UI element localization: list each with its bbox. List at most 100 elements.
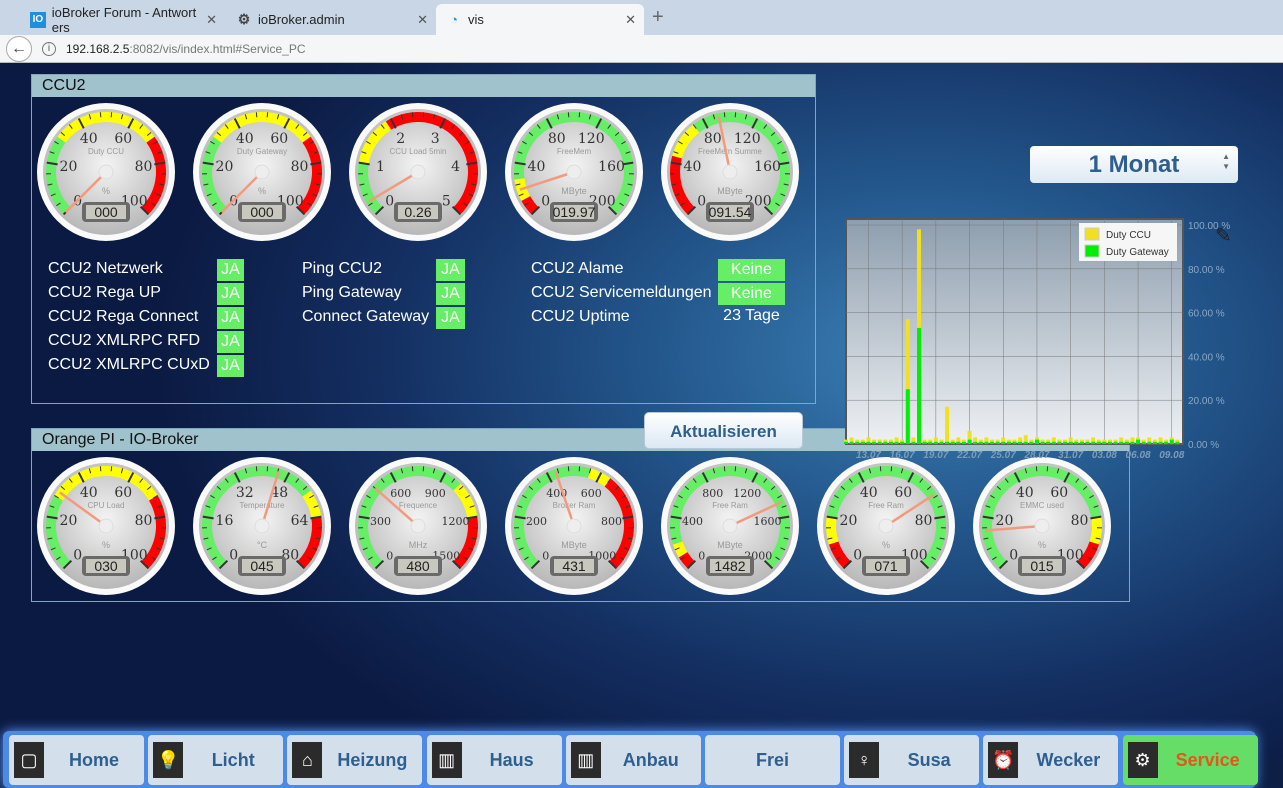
x-tick-label: 03.08 [1092, 450, 1117, 461]
gauge-unit: MHz [409, 540, 428, 550]
tab-title: ioBroker Forum - Antwort ers [52, 5, 215, 35]
gauge-value: 019.97 [553, 204, 596, 220]
gauge-icon: ◔ [446, 12, 462, 28]
new-tab-button[interactable]: + [652, 6, 664, 29]
close-tab-icon[interactable]: ✕ [206, 12, 217, 28]
info-icon[interactable]: i [42, 42, 56, 56]
gauge-scale-label: 0 [542, 549, 549, 562]
gauge-needle-hub [99, 519, 113, 533]
gauge-needle-hub [879, 519, 893, 533]
gauge-scale-label: 800 [601, 515, 622, 528]
refresh-button[interactable]: Aktualisieren [644, 412, 803, 449]
nav-button-frei[interactable]: Frei [705, 735, 840, 785]
gauge-needle-hub [411, 519, 425, 533]
gauge-needle-hub [255, 165, 269, 179]
gauge-scale-label: 0 [697, 193, 706, 209]
status-label: CCU2 Alame [531, 260, 623, 278]
radiator-icon: ▥ [432, 742, 462, 778]
gauge-scale-label: 40 [80, 485, 98, 501]
nav-button-service[interactable]: ⚙Service [1123, 735, 1258, 785]
close-tab-icon[interactable]: ✕ [417, 12, 428, 28]
back-button[interactable]: ← [6, 36, 32, 62]
gauge-scale-label: 200 [526, 515, 547, 528]
bar-duty-gateway [973, 442, 977, 444]
select-arrows-icon: ▲▼ [1222, 146, 1230, 172]
tab-iobroker-admin[interactable]: ⚙ ioBroker.admin ✕ [226, 4, 436, 35]
gauge-value: 015 [1030, 558, 1054, 574]
gauge-title: Temperature [240, 501, 285, 510]
nav-button-licht[interactable]: 💡Licht [148, 735, 283, 785]
alarm-clock-icon: ⏰ [988, 742, 1018, 778]
gauge-scale-label: 160 [754, 159, 781, 175]
nav-button-anbau[interactable]: ▥Anbau [566, 735, 701, 785]
nav-button-susa[interactable]: ♀Susa [844, 735, 979, 785]
bar-duty-gateway [1102, 442, 1106, 444]
gauge-title: FreeMem Summe [698, 147, 763, 156]
tab-iobroker-forum[interactable]: IO ioBroker Forum - Antwort ers ✕ [20, 4, 225, 35]
bar-duty-gateway [1130, 442, 1134, 444]
bar-duty-ccu [945, 407, 949, 444]
gauge-scale-label: 20 [60, 513, 78, 529]
nav-button-wecker[interactable]: ⏰Wecker [983, 735, 1118, 785]
gauge-scale-label: 0 [229, 547, 238, 563]
gauge-needle-hub [723, 165, 737, 179]
gauge-scale-label: 5 [442, 193, 451, 209]
gauge-scale-label: 4 [451, 159, 460, 175]
tab-vis[interactable]: ◔ vis ✕ [436, 4, 644, 35]
gauge-scale-label: 80 [135, 159, 153, 175]
gauge-title: CCU Load 5min [390, 147, 447, 156]
gauge-scale-label: 900 [425, 487, 446, 500]
status-label: CCU2 Netzwerk [48, 260, 163, 278]
gauge-scale-label: 40 [236, 131, 254, 147]
legend-swatch [1085, 245, 1099, 257]
edit-pencil-icon[interactable]: ✎ [1215, 223, 1232, 248]
gauge-scale-label: 120 [578, 131, 605, 147]
bar-duty-gateway [866, 442, 870, 444]
url-host: 192.168.2.5 [66, 42, 129, 56]
bar-duty-gateway [1114, 442, 1118, 444]
gauge-scale-label: 60 [270, 131, 288, 147]
time-range-select[interactable]: 1 Monat▲▼ [1030, 146, 1238, 183]
status-value: JA [217, 283, 244, 305]
status-label: CCU2 Servicemeldungen [531, 284, 712, 302]
bar-duty-gateway [1086, 442, 1090, 444]
bar-duty-gateway [1119, 442, 1123, 444]
bar-duty-gateway [1080, 442, 1084, 444]
gears-icon: ⚙ [1128, 742, 1158, 778]
nav-button-home[interactable]: ▢Home [9, 735, 144, 785]
legend-label: Duty CCU [1106, 230, 1151, 241]
status-label: CCU2 XMLRPC CUxD [48, 356, 210, 374]
bar-duty-gateway [895, 442, 899, 444]
gauge-scale-label: 40 [80, 131, 98, 147]
status-value: JA [217, 331, 244, 353]
status-value: 23 Tage [718, 307, 785, 325]
bar-duty-gateway [1029, 442, 1033, 444]
status-label: CCU2 XMLRPC RFD [48, 332, 200, 350]
close-tab-icon[interactable]: ✕ [625, 12, 636, 28]
light-bulb-icon: 💡 [153, 742, 183, 778]
gauge-title: Duty Gateway [237, 147, 287, 156]
url-field[interactable]: 192.168.2.5:8082/vis/index.html#Service_… [66, 42, 306, 56]
gauge-unit: MByte [561, 540, 587, 550]
nav-button-label: Service [1158, 750, 1258, 771]
gauge-title: Duty CCU [88, 147, 124, 156]
gauge-scale-label: 1200 [733, 487, 761, 500]
gauge-value: 030 [94, 558, 118, 574]
gauge-title: Free Ram [868, 501, 904, 510]
bar-duty-gateway [1136, 440, 1140, 444]
gauge-value: 431 [562, 558, 586, 574]
bar-duty-gateway [1125, 442, 1129, 444]
bar-duty-gateway [1046, 442, 1050, 444]
nav-button-haus[interactable]: ▥Haus [427, 735, 562, 785]
x-tick-label: 28.07 [1023, 450, 1049, 461]
duty-chart: 0.00 %20.00 %40.00 %60.00 %80.00 %100.00… [843, 216, 1243, 466]
bar-duty-gateway [1035, 440, 1039, 444]
bar-duty-gateway [1097, 442, 1101, 444]
x-tick-label: 19.07 [923, 450, 948, 461]
gauge-scale-label: 1200 [442, 515, 470, 528]
x-tick-label: 22.07 [956, 450, 982, 461]
bar-duty-gateway [984, 442, 988, 444]
status-value: JA [217, 259, 244, 281]
nav-button-heizung[interactable]: ⌂Heizung [287, 735, 422, 785]
bar-duty-gateway [1108, 442, 1112, 444]
